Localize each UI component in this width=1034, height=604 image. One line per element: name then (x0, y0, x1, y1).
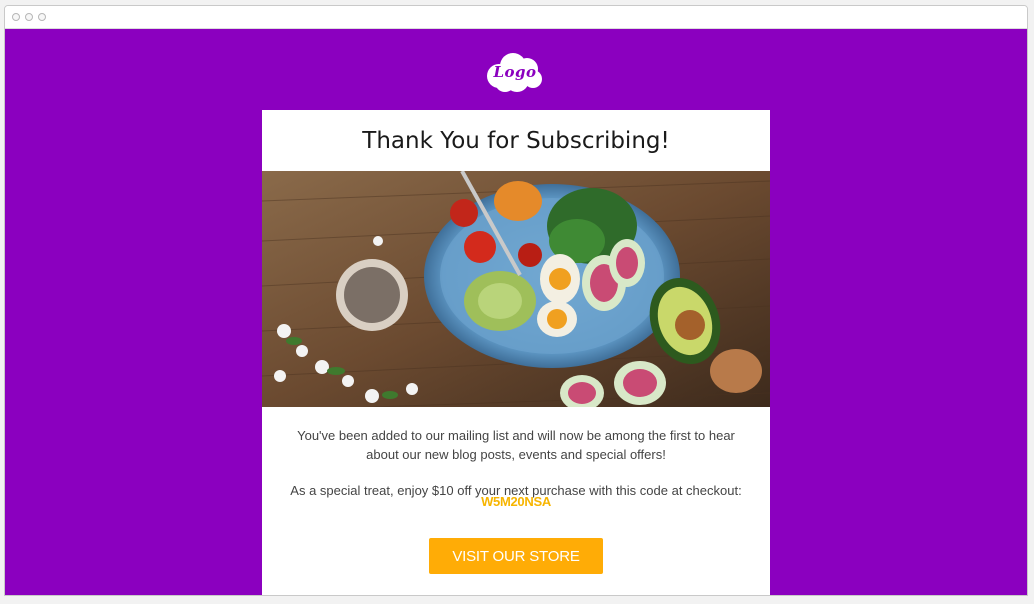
food-bowl-photo (262, 171, 770, 407)
zoom-window-dot[interactable] (38, 13, 46, 21)
intro-message: You've been added to our mailing list an… (297, 428, 735, 462)
browser-titlebar (5, 6, 1027, 29)
email-viewport: Logo Thank You for Subscribing! You've b… (5, 29, 1027, 595)
visit-store-button[interactable]: VISIT OUR STORE (429, 538, 603, 574)
card-title: Thank You for Subscribing! (362, 128, 670, 154)
logo-text: Logo (493, 63, 537, 81)
email-card: Thank You for Subscribing! You've been a… (262, 110, 770, 595)
browser-window: Logo Thank You for Subscribing! You've b… (4, 5, 1028, 596)
minimize-window-dot[interactable] (25, 13, 33, 21)
hero-image (262, 171, 770, 407)
promo-code: W5M20NSA (481, 494, 551, 509)
brand-logo[interactable]: Logo (483, 51, 547, 93)
close-window-dot[interactable] (12, 13, 20, 21)
